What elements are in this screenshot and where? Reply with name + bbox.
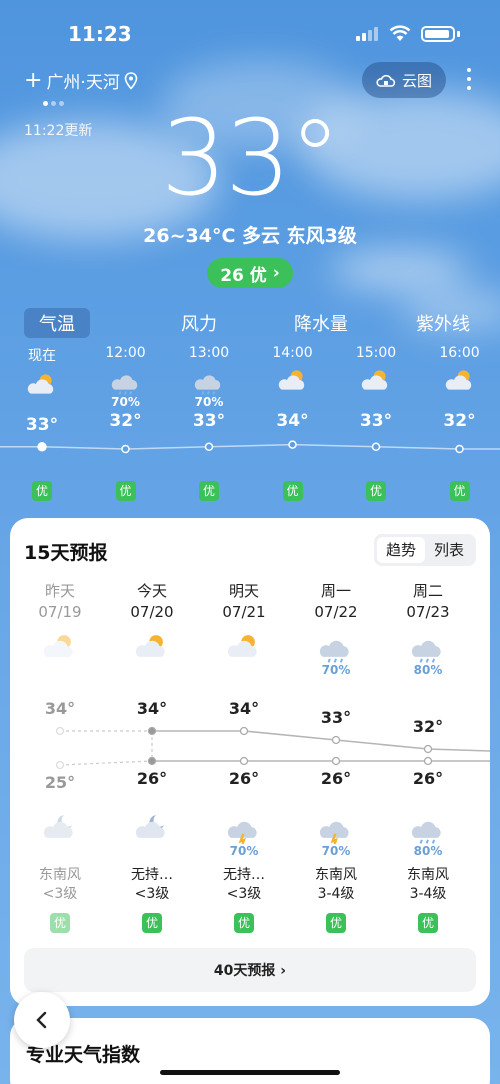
low-temp-point (331, 756, 341, 766)
low-temp-point (239, 756, 249, 766)
fifteen-day-forecast-card: 15天预报 趋势 列表 昨天 07/19 34° 25° 东南风 <3级优今天 07/20 3… (10, 518, 490, 1006)
forty-day-forecast-button[interactable]: 40天预报 › (24, 948, 476, 992)
hourly-temp-point (371, 442, 381, 452)
hourly-temp-point (455, 444, 464, 454)
high-temp-point (55, 726, 65, 736)
high-temp-point (331, 735, 341, 745)
hourly-temperature-line (0, 440, 500, 454)
high-temp-line (152, 730, 490, 752)
hourly-temp-point (288, 440, 297, 449)
hourly-temp-polyline (0, 443, 500, 450)
home-indicator (160, 1070, 340, 1075)
low-temp-point (147, 756, 157, 766)
low-temp-point (423, 756, 433, 766)
chevron-left-icon (36, 1011, 47, 1029)
high-temp-point (147, 726, 157, 736)
low-temp-line-past (59, 760, 153, 766)
hourly-temp-point (204, 442, 214, 452)
low-temp-point (55, 760, 65, 770)
hourly-temp-point (121, 444, 130, 454)
high-temp-point (239, 726, 249, 736)
hourly-temp-point (37, 442, 47, 452)
daily-temperature-lines (55, 726, 490, 770)
high-temp-point (423, 744, 433, 754)
back-button[interactable] (14, 992, 70, 1048)
